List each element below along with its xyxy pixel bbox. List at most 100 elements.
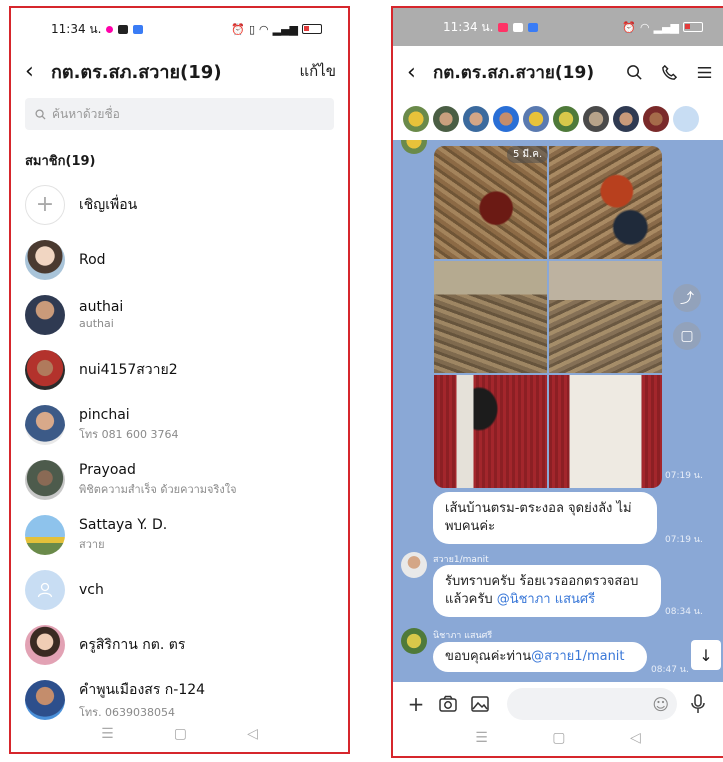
photo-thumbnail[interactable]: [549, 260, 662, 374]
status-bar: 11:34 น. ⏰ ◠ ▂▄▆: [393, 8, 723, 46]
home-nav-icon[interactable]: ▢: [174, 726, 187, 742]
chat-title: กต.ตร.สภ.สวาย(19): [433, 62, 595, 83]
microphone-icon[interactable]: [687, 694, 709, 714]
avatar[interactable]: [493, 106, 519, 132]
avatar: [25, 404, 65, 445]
message-bubble[interactable]: รับทราบครับ ร้อยเวรออกตรวจสอบแล้วครับ @น…: [433, 565, 661, 617]
member-name: คำพูนเมืองสร ก-124: [79, 681, 206, 698]
list-item[interactable]: authai authai: [11, 287, 348, 342]
youtube-icon: [118, 24, 129, 34]
mention-link[interactable]: @นิชาภา แสนศรี: [497, 592, 595, 607]
emoji-icon[interactable]: ☺: [652, 695, 669, 714]
share-icon[interactable]: ⤴: [673, 284, 701, 312]
member-name: Rod: [79, 251, 106, 268]
list-item[interactable]: Sattaya Y. D. สวาย: [11, 507, 348, 562]
alarm-icon: ⏰: [622, 20, 636, 34]
mention-link[interactable]: @สวาย1/manit: [531, 649, 624, 664]
member-name: nui4157สวาย2: [79, 361, 178, 378]
battery-icon: [683, 22, 703, 32]
avatar[interactable]: [463, 106, 489, 132]
plus-icon[interactable]: +: [405, 692, 427, 716]
avatar: [25, 459, 65, 500]
avatar[interactable]: [613, 106, 639, 132]
status-bar: 11:34 น. ⏰ ▯ ◠ ▂▄▆: [11, 8, 348, 50]
keep-icon[interactable]: ▢: [673, 322, 701, 350]
member-avatar-strip[interactable]: [393, 98, 723, 140]
home-nav-icon[interactable]: ▢: [552, 730, 565, 746]
navigation-bar: ☰ ▢ ◁: [393, 720, 723, 756]
chat-area[interactable]: 5 มี.ค. 07:19 น. ⤴ ▢ เส้นบ้านตรม-ตระงอล …: [393, 140, 723, 682]
menu-nav-icon[interactable]: ☰: [101, 726, 114, 742]
back-icon[interactable]: ‹: [407, 60, 433, 85]
person-icon: [37, 582, 53, 597]
list-item[interactable]: Rod: [11, 232, 348, 287]
image-icon[interactable]: [469, 695, 491, 713]
sender-name: นิชาภา แสนศรี: [433, 631, 493, 641]
back-nav-icon[interactable]: ◁: [630, 730, 641, 746]
vibrate-icon: ▯: [248, 22, 255, 36]
chat-header: ‹ กต.ตร.สภ.สวาย(19): [393, 46, 723, 98]
photo-thumbnail[interactable]: [434, 375, 547, 488]
sender-name: สวาย1/manit: [433, 555, 489, 565]
avatar[interactable]: [523, 106, 549, 132]
member-name: ครูสิริกาน กต. ตร: [79, 636, 186, 653]
notification-icon: [498, 22, 509, 32]
member-name: Prayoad: [79, 461, 136, 478]
search-input[interactable]: ค้นหาด้วยชื่อ: [25, 98, 334, 130]
back-nav-icon[interactable]: ◁: [247, 726, 258, 742]
list-item[interactable]: nui4157สวาย2: [11, 342, 348, 397]
avatar[interactable]: [401, 628, 427, 654]
avatar[interactable]: [433, 106, 459, 132]
photo-thumbnail[interactable]: [549, 375, 662, 488]
avatar[interactable]: [583, 106, 609, 132]
menu-nav-icon[interactable]: ☰: [475, 730, 488, 746]
avatar: [25, 569, 65, 610]
list-item[interactable]: pinchai โทร 081 600 3764: [11, 397, 348, 452]
message-bubble[interactable]: ขอบคุณค่ะท่าน@สวาย1/manit: [433, 642, 647, 672]
list-item[interactable]: ครูสิริกาน กต. ตร: [11, 617, 348, 672]
app-icon: [528, 22, 539, 32]
member-list-screen: 11:34 น. ⏰ ▯ ◠ ▂▄▆ ‹ กต.ตร.สภ.สวาย(19) แ…: [9, 6, 350, 754]
search-icon: [35, 108, 46, 120]
phone-icon[interactable]: [661, 64, 678, 81]
list-item[interactable]: Prayoad พิชิตความสำเร็จ ด้วยความจริงใจ: [11, 452, 348, 507]
battery-icon: [302, 24, 322, 34]
avatar: [25, 239, 65, 280]
avatar[interactable]: [643, 106, 669, 132]
message-time: 08:34 น.: [665, 607, 703, 617]
avatar[interactable]: [401, 552, 427, 578]
member-status: authai: [79, 317, 114, 330]
avatar[interactable]: [673, 106, 699, 132]
members-section-title: สมาชิก(19): [25, 154, 96, 169]
notification-icon: [106, 25, 114, 33]
avatar: [25, 514, 65, 555]
message-text: เส้นบ้านตรม-ตระงอล จุดย่งลัง ไม่พบคนค่ะ: [445, 501, 632, 534]
menu-icon[interactable]: [696, 64, 713, 81]
message-input[interactable]: ☺: [507, 688, 677, 720]
photo-thumbnail[interactable]: [434, 260, 547, 374]
plus-icon: +: [25, 184, 65, 225]
invite-friends-button[interactable]: + เชิญเพื่อน: [11, 177, 348, 232]
edit-button[interactable]: แก้ไข: [299, 59, 336, 83]
list-item[interactable]: vch: [11, 562, 348, 617]
scroll-down-icon[interactable]: ↓: [691, 640, 721, 670]
photo-thumbnail[interactable]: [549, 146, 662, 259]
camera-icon[interactable]: [437, 695, 459, 713]
avatar[interactable]: [403, 106, 429, 132]
alarm-icon: ⏰: [231, 22, 245, 36]
search-icon[interactable]: [626, 64, 643, 81]
avatar: [25, 349, 65, 390]
member-name: authai: [79, 299, 124, 315]
wifi-icon: ◠: [259, 22, 269, 36]
message-bubble[interactable]: เส้นบ้านตรม-ตระงอล จุดย่งลัง ไม่พบคนค่ะ: [433, 492, 657, 544]
member-status: โทร 081 600 3764: [79, 427, 179, 441]
avatar[interactable]: [401, 140, 427, 154]
signal-icon: ▂▄▆: [653, 20, 679, 34]
member-name: Sattaya Y. D.: [79, 516, 168, 533]
member-status: พิชิตความสำเร็จ ด้วยความจริงใจ: [79, 482, 237, 496]
photo-album[interactable]: [434, 146, 662, 488]
signal-icon: ▂▄▆: [272, 22, 298, 36]
avatar[interactable]: [553, 106, 579, 132]
youtube-icon: [513, 22, 524, 32]
back-icon[interactable]: ‹: [25, 59, 51, 84]
